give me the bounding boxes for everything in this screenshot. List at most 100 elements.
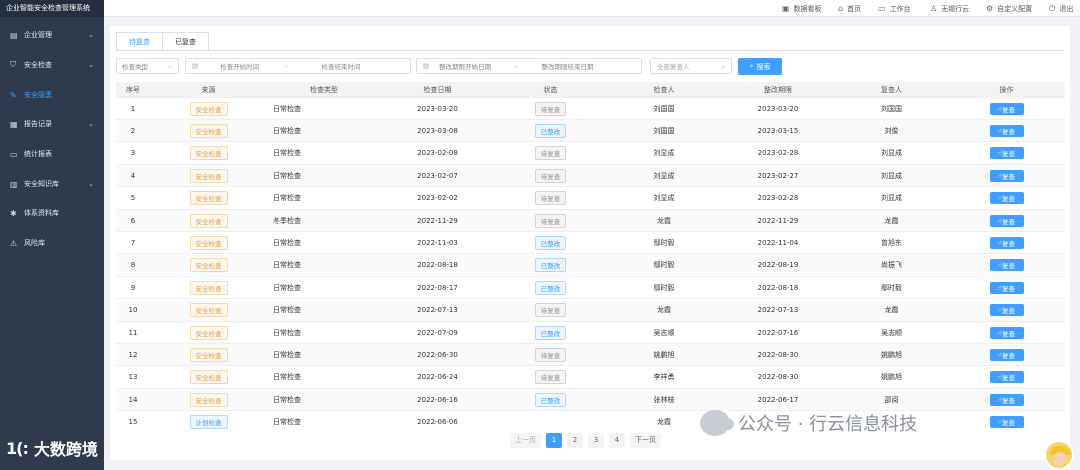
- review-button[interactable]: ☝ 复查: [989, 236, 1024, 249]
- tab-reviewed[interactable]: 已复查: [163, 32, 209, 51]
- header-item-4[interactable]: ⚙ 自定义配置: [986, 0, 1032, 17]
- cell-text: 10: [128, 306, 138, 315]
- column-header: 操作: [999, 85, 1014, 94]
- tab-pending-review[interactable]: 待复查: [116, 32, 163, 51]
- review-button-label: 复查: [1001, 150, 1015, 159]
- table-row: 8 安全检查 日常检查 2022-08-18 已整改 鄢时毅 2022-08-19 尚振飞 ☝ 复…: [116, 254, 1065, 277]
- cell-text: 冬季检查: [273, 216, 301, 225]
- cell-text: 2: [130, 126, 136, 135]
- cell-no: 13: [116, 367, 150, 388]
- cell-reviewer: 姚鹏旭: [835, 344, 948, 365]
- header-item-1[interactable]: ⌂ 首页: [838, 0, 861, 17]
- cell-text: 2023-02-28: [757, 194, 799, 203]
- sidebar-item-0[interactable]: ▤ 企业管理 ⌄: [0, 27, 104, 43]
- review-button[interactable]: ☝ 复查: [989, 281, 1024, 294]
- cell-source: 安全检查: [150, 322, 267, 343]
- cell-type: 日常检查: [267, 232, 381, 253]
- table-row: 7 安全检查 日常检查 2022-11-03 已整改 鄢时毅 2022-11-04 曾旭东 ☝ 复…: [116, 232, 1065, 255]
- cell-date: 2022-06-24: [381, 367, 494, 388]
- review-button[interactable]: ☝ 复查: [989, 192, 1024, 205]
- source-tag: 安全检查: [189, 123, 228, 138]
- page-button[interactable]: 3: [588, 432, 604, 448]
- review-button[interactable]: ☝ 复查: [989, 214, 1024, 227]
- next-page-button[interactable]: 下一页: [630, 432, 661, 448]
- review-button[interactable]: ☝ 复查: [989, 393, 1024, 406]
- sidebar-item-label: 安全隐患: [24, 91, 52, 99]
- cell-op: ☝ 复查: [948, 210, 1065, 231]
- sidebar-item-5[interactable]: ▥ 安全知识库 ⌄: [0, 176, 104, 192]
- header-item-5[interactable]: ⏻ 退出: [1049, 0, 1073, 17]
- table-row: 13 安全检查 日常检查 2022-06-24 待复查 李祥勇 2022-08-30 姚鹏旭 ☝…: [116, 366, 1065, 389]
- sidebar-item-2[interactable]: ✎ 安全隐患: [0, 87, 104, 103]
- header-item-0[interactable]: ▣ 数据看板: [782, 0, 822, 17]
- cell-text: 2022-06-16: [417, 395, 458, 404]
- cell-type: 日常检查: [267, 277, 381, 298]
- settings-icon: ⚙: [986, 4, 994, 13]
- check-start-input[interactable]: 检查开始时间: [220, 61, 259, 71]
- review-button[interactable]: ☝ 复查: [989, 259, 1024, 272]
- sidebar-item-4[interactable]: ▭ 统计报表: [0, 146, 104, 162]
- cell-reviewer: 龙霞: [835, 210, 948, 231]
- reviewer-select[interactable]: 全部复查人 ⌄: [650, 58, 732, 74]
- cell-op: ☝ 复查: [948, 165, 1065, 186]
- status-badge: 待复查: [534, 370, 567, 385]
- cell-deadline: 2022-07-13: [721, 300, 835, 321]
- cell-deadline: 2022-08-19: [721, 255, 835, 276]
- cell-date: 2023-02-02: [381, 188, 494, 209]
- prev-page-button[interactable]: 上一页: [510, 432, 541, 448]
- header-item-2[interactable]: ▭ 工作台: [878, 0, 911, 17]
- cell-reviewer: 刘俊: [835, 120, 948, 141]
- review-button[interactable]: ☝ 复查: [989, 326, 1024, 339]
- cell-text: 姚鹏旭: [653, 350, 675, 359]
- check-end-input[interactable]: 检查结束时间: [322, 61, 361, 71]
- cell-text: 日常检查: [273, 306, 301, 315]
- review-table: 序号 来源 检查类型 检查日期 状态 检查人 整改期限 复查人 操作 1 安全检查 日常检查 2023…: [116, 82, 1065, 432]
- cell-reviewer: 鄢时毅: [835, 277, 948, 298]
- deadline-start-input[interactable]: 整改期限开始日期: [439, 61, 491, 71]
- cell-inspector: 刘显成: [607, 165, 721, 186]
- cell-deadline: 2022-11-29: [721, 210, 835, 231]
- cell-source: 安全检查: [150, 120, 267, 141]
- page-button[interactable]: 2: [567, 432, 583, 448]
- cell-text: 日常检查: [273, 373, 301, 382]
- review-button[interactable]: ☝ 复查: [989, 147, 1024, 160]
- deadline-end-input[interactable]: 整改期限结束日期: [542, 61, 594, 71]
- page-button[interactable]: 4: [609, 432, 625, 448]
- review-button-label: 复查: [1001, 217, 1015, 226]
- review-button[interactable]: ☝ 复查: [989, 169, 1024, 182]
- cell-text: 刘显成: [881, 149, 902, 158]
- page-button[interactable]: 1: [546, 432, 562, 448]
- cell-text: 3: [130, 149, 136, 158]
- review-button[interactable]: ☝ 复查: [989, 102, 1024, 115]
- sidebar-item-7[interactable]: ⚠ 风险库: [0, 235, 104, 251]
- search-button[interactable]: ⌕ 搜索: [738, 58, 782, 75]
- cell-type: 日常检查: [267, 322, 381, 343]
- review-button[interactable]: ☝ 复查: [989, 416, 1024, 429]
- cell-type: 日常检查: [267, 344, 381, 365]
- check-type-select[interactable]: 检查类型 ⌄: [116, 58, 179, 74]
- review-button[interactable]: ☝ 复查: [989, 371, 1024, 384]
- tab-bar: 待复查 已复查: [116, 32, 209, 51]
- header-item-3[interactable]: ♙ 无锡行云: [930, 0, 969, 17]
- cell-text: 日常检查: [273, 104, 301, 113]
- cell-text: 姚鹏旭: [881, 350, 902, 359]
- review-button-label: 复查: [1001, 307, 1015, 316]
- table-header: 序号 来源 检查类型 检查日期 状态 检查人 整改期限 复查人 操作: [116, 82, 1065, 98]
- cell-text: 2023-02-02: [417, 194, 458, 203]
- cell-text: 2023-03-15: [757, 126, 799, 135]
- review-button[interactable]: ☝ 复查: [989, 348, 1024, 361]
- cell-text: 2022-06-30: [417, 350, 458, 359]
- cell-text: 2023-03-20: [757, 104, 799, 113]
- review-button[interactable]: ☝ 复查: [989, 124, 1024, 137]
- cell-text: 刘显成: [653, 194, 675, 203]
- deadline-date-range[interactable]: ▤ 整改期限开始日期 - 整改期限结束日期: [416, 58, 642, 74]
- sidebar-item-3[interactable]: ▦ 报告记录 ⌄: [0, 116, 104, 132]
- review-button-label: 复查: [1001, 262, 1015, 271]
- review-button-label: 复查: [1001, 396, 1015, 405]
- check-date-range[interactable]: ▤ 检查开始时间 - 检查结束时间: [185, 58, 411, 74]
- review-button[interactable]: ☝ 复查: [989, 304, 1024, 317]
- sidebar-item-6[interactable]: ✱ 体系资料库: [0, 205, 104, 221]
- sidebar-item-1[interactable]: ⛉ 安全检查 ⌄: [0, 57, 104, 73]
- cell-text: 龙霞: [884, 306, 899, 315]
- cell-text: 2022-07-09: [417, 328, 458, 337]
